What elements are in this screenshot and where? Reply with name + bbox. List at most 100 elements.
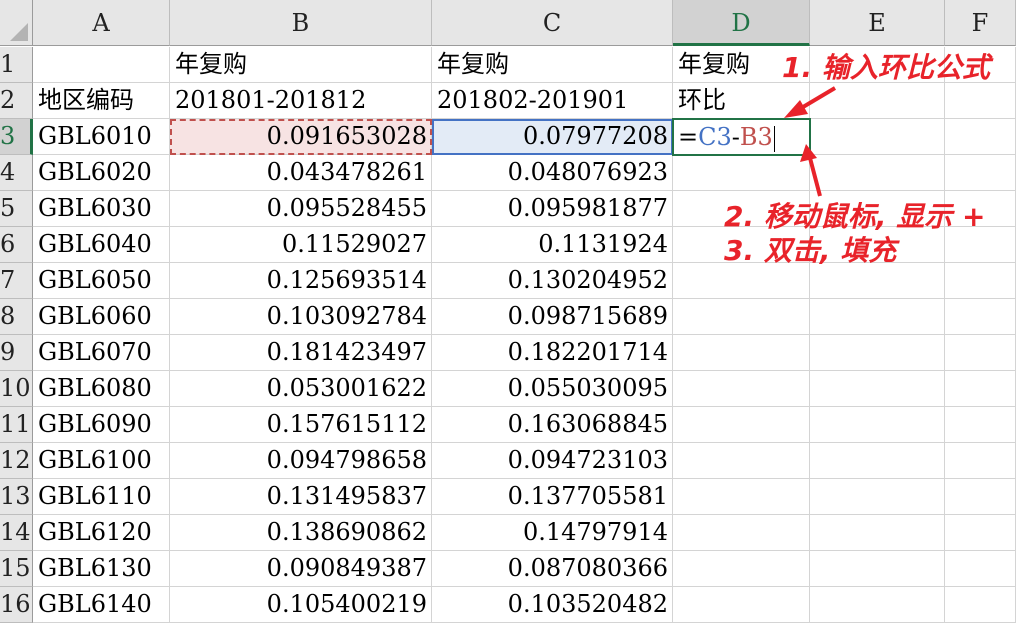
cell-C4[interactable]: 0.048076923 (432, 155, 673, 191)
row-header-9[interactable]: 9 (0, 335, 33, 371)
cell-A12[interactable]: GBL6100 (33, 443, 170, 479)
cell-E8[interactable] (810, 299, 945, 335)
cell-C12[interactable]: 0.094723103 (432, 443, 673, 479)
cell-F4[interactable] (945, 155, 1016, 191)
column-header-F[interactable]: F (945, 0, 1016, 46)
row-header-2[interactable]: 2 (0, 83, 33, 119)
row-header-8[interactable]: 8 (0, 299, 33, 335)
cell-A13[interactable]: GBL6110 (33, 479, 170, 515)
cell-E2[interactable] (810, 83, 945, 119)
cell-F9[interactable] (945, 335, 1016, 371)
cell-E14[interactable] (810, 515, 945, 551)
cell-B1[interactable]: 年复购 (170, 47, 432, 83)
row-header-16[interactable]: 16 (0, 587, 33, 623)
cell-E12[interactable] (810, 443, 945, 479)
row-header-7[interactable]: 7 (0, 263, 33, 299)
cell-A5[interactable]: GBL6030 (33, 191, 170, 227)
cell-B7[interactable]: 0.125693514 (170, 263, 432, 299)
cell-B6[interactable]: 0.11529027 (170, 227, 432, 263)
cell-D14[interactable] (673, 515, 810, 551)
cell-B5[interactable]: 0.095528455 (170, 191, 432, 227)
cell-B10[interactable]: 0.053001622 (170, 371, 432, 407)
cell-E13[interactable] (810, 479, 945, 515)
cell-A2[interactable]: 地区编码 (33, 83, 170, 119)
row-header-13[interactable]: 13 (0, 479, 33, 515)
cell-A11[interactable]: GBL6090 (33, 407, 170, 443)
cell-B14[interactable]: 0.138690862 (170, 515, 432, 551)
cell-C9[interactable]: 0.182201714 (432, 335, 673, 371)
cell-C14[interactable]: 0.14797914 (432, 515, 673, 551)
row-header-3[interactable]: 3 (0, 119, 33, 155)
cell-D7[interactable] (673, 263, 810, 299)
cell-E15[interactable] (810, 551, 945, 587)
cell-D4[interactable] (673, 155, 810, 191)
cell-C3[interactable]: 0.07977208 (432, 119, 673, 155)
cell-D11[interactable] (673, 407, 810, 443)
cell-C11[interactable]: 0.163068845 (432, 407, 673, 443)
cell-D9[interactable] (673, 335, 810, 371)
cell-A3[interactable]: GBL6010 (33, 119, 170, 155)
cell-B2[interactable]: 201801-201812 (170, 83, 432, 119)
cell-D2[interactable]: 环比 (673, 83, 810, 119)
row-header-15[interactable]: 15 (0, 551, 33, 587)
cell-B9[interactable]: 0.181423497 (170, 335, 432, 371)
cell-C2[interactable]: 201802-201901 (432, 83, 673, 119)
select-all-corner[interactable] (0, 0, 33, 46)
cell-C13[interactable]: 0.137705581 (432, 479, 673, 515)
cell-A1[interactable] (33, 47, 170, 83)
column-header-A[interactable]: A (33, 0, 170, 46)
cell-B12[interactable]: 0.094798658 (170, 443, 432, 479)
cell-F8[interactable] (945, 299, 1016, 335)
cell-C6[interactable]: 0.1131924 (432, 227, 673, 263)
cell-B13[interactable]: 0.131495837 (170, 479, 432, 515)
column-header-B[interactable]: B (170, 0, 432, 46)
cell-A15[interactable]: GBL6130 (33, 551, 170, 587)
cell-F13[interactable] (945, 479, 1016, 515)
cell-B11[interactable]: 0.157615112 (170, 407, 432, 443)
cell-F15[interactable] (945, 551, 1016, 587)
cell-C10[interactable]: 0.055030095 (432, 371, 673, 407)
cell-F7[interactable] (945, 263, 1016, 299)
row-header-12[interactable]: 12 (0, 443, 33, 479)
cell-D12[interactable] (673, 443, 810, 479)
cell-E3[interactable] (810, 119, 945, 155)
cell-D15[interactable] (673, 551, 810, 587)
cell-C1[interactable]: 年复购 (432, 47, 673, 83)
cell-D10[interactable] (673, 371, 810, 407)
row-header-4[interactable]: 4 (0, 155, 33, 191)
cell-E16[interactable] (810, 587, 945, 623)
cell-F12[interactable] (945, 443, 1016, 479)
row-header-11[interactable]: 11 (0, 407, 33, 443)
cell-A16[interactable]: GBL6140 (33, 587, 170, 623)
cell-E4[interactable] (810, 155, 945, 191)
cell-C16[interactable]: 0.103520482 (432, 587, 673, 623)
cell-C15[interactable]: 0.087080366 (432, 551, 673, 587)
row-header-1[interactable]: 1 (0, 47, 33, 83)
cell-B8[interactable]: 0.103092784 (170, 299, 432, 335)
cell-D16[interactable] (673, 587, 810, 623)
cell-A10[interactable]: GBL6080 (33, 371, 170, 407)
cell-A4[interactable]: GBL6020 (33, 155, 170, 191)
row-header-10[interactable]: 10 (0, 371, 33, 407)
cell-E10[interactable] (810, 371, 945, 407)
cell-A7[interactable]: GBL6050 (33, 263, 170, 299)
cell-E7[interactable] (810, 263, 945, 299)
active-cell-D3[interactable]: =C3-B3 (672, 118, 811, 156)
cell-F16[interactable] (945, 587, 1016, 623)
cell-A9[interactable]: GBL6070 (33, 335, 170, 371)
cell-B3[interactable]: 0.091653028 (170, 119, 432, 155)
cell-B16[interactable]: 0.105400219 (170, 587, 432, 623)
row-header-14[interactable]: 14 (0, 515, 33, 551)
row-header-5[interactable]: 5 (0, 191, 33, 227)
cell-B15[interactable]: 0.090849387 (170, 551, 432, 587)
cell-F3[interactable] (945, 119, 1016, 155)
cell-A14[interactable]: GBL6120 (33, 515, 170, 551)
cell-C8[interactable]: 0.098715689 (432, 299, 673, 335)
column-header-D[interactable]: D (673, 0, 810, 46)
cell-E9[interactable] (810, 335, 945, 371)
cell-B4[interactable]: 0.043478261 (170, 155, 432, 191)
cell-D8[interactable] (673, 299, 810, 335)
cell-F2[interactable] (945, 83, 1016, 119)
cell-A8[interactable]: GBL6060 (33, 299, 170, 335)
cell-F11[interactable] (945, 407, 1016, 443)
